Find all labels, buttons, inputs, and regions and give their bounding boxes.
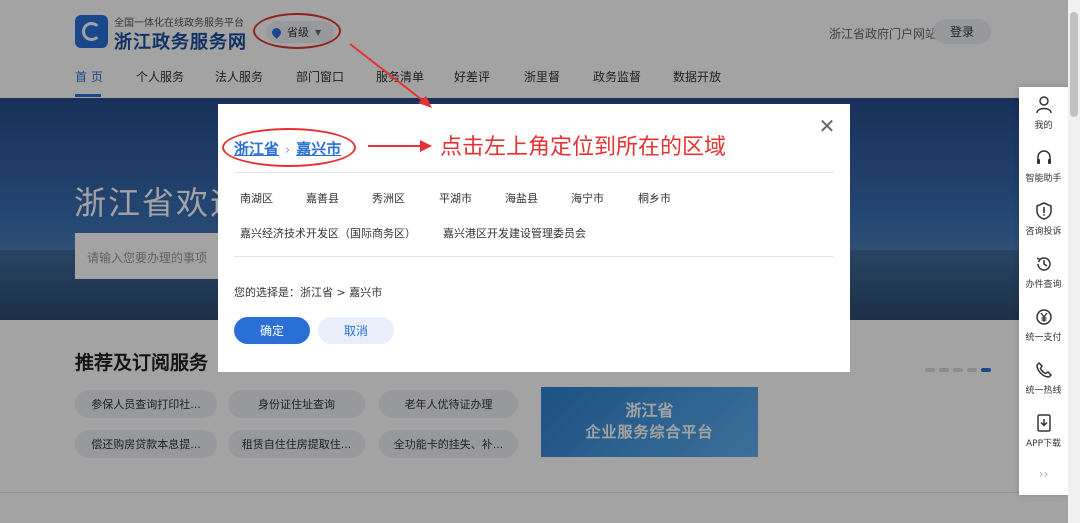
modal-divider: [234, 172, 834, 173]
history-icon: [1036, 257, 1051, 271]
sidebar-collapse-icon[interactable]: ››: [1019, 467, 1068, 481]
sidebar-item-hotline[interactable]: 统一热线: [1019, 354, 1068, 404]
sidebar-label: 咨询投诉: [1025, 227, 1062, 237]
sidebar-item-case-query[interactable]: 办件查询: [1019, 248, 1068, 298]
selection-summary: 您的选择是：浙江省 > 嘉兴市: [234, 286, 383, 299]
sidebar-item-payment[interactable]: 统一支付: [1019, 301, 1068, 351]
headset-icon: [1036, 150, 1051, 164]
district-option[interactable]: 桐乡市: [638, 190, 671, 206]
alert-shield-icon: [1035, 202, 1052, 220]
sidebar-item-app-download[interactable]: APP下载: [1019, 407, 1068, 457]
yen-icon: [1035, 309, 1052, 325]
district-option[interactable]: 嘉兴经济技术开发区（国际商务区）: [240, 225, 416, 241]
modal-divider: [234, 256, 834, 257]
sidebar-item-complaint[interactable]: 咨询投诉: [1019, 195, 1068, 245]
district-option[interactable]: 嘉善县: [306, 190, 339, 206]
district-option[interactable]: 南湖区: [240, 190, 273, 206]
region-select-modal: ✕ 浙江省 › 嘉兴市 点击左上角定位到所在的区域 南湖区 嘉善县 秀洲区 平湖市 …: [218, 104, 850, 372]
phone-icon: [1035, 361, 1052, 378]
sidebar-label: 我的: [1034, 121, 1053, 131]
sidebar-label: 统一热线: [1025, 386, 1062, 396]
right-sidebar: 我的 智能助手 咨询投诉 办件查询 统一支付 统一热线 APP下载 ››: [1019, 87, 1068, 495]
cancel-button[interactable]: 取消: [318, 317, 394, 344]
user-icon: [1035, 96, 1052, 114]
district-option[interactable]: 秀洲区: [372, 190, 405, 206]
annotation-text: 点击左上角定位到所在的区域: [440, 135, 727, 160]
sidebar-label: 统一支付: [1025, 333, 1062, 343]
sidebar-item-assistant[interactable]: 智能助手: [1019, 142, 1068, 192]
scrollbar-thumb[interactable]: [1070, 12, 1078, 117]
district-option[interactable]: 海盐县: [505, 190, 538, 206]
breadcrumb-highlight-ring: [222, 128, 356, 167]
download-icon: [1036, 414, 1051, 432]
sidebar-label: 智能助手: [1025, 174, 1062, 184]
page-scrollbar[interactable]: [1068, 0, 1080, 523]
district-option[interactable]: 海宁市: [571, 190, 604, 206]
confirm-button[interactable]: 确定: [234, 317, 310, 344]
sidebar-label: APP下载: [1025, 439, 1061, 449]
close-icon[interactable]: ✕: [817, 116, 837, 136]
district-option[interactable]: 平湖市: [439, 190, 472, 206]
sidebar-item-mine[interactable]: 我的: [1019, 89, 1068, 139]
district-option[interactable]: 嘉兴港区开发建设管理委员会: [443, 225, 586, 241]
sidebar-label: 办件查询: [1025, 280, 1062, 290]
